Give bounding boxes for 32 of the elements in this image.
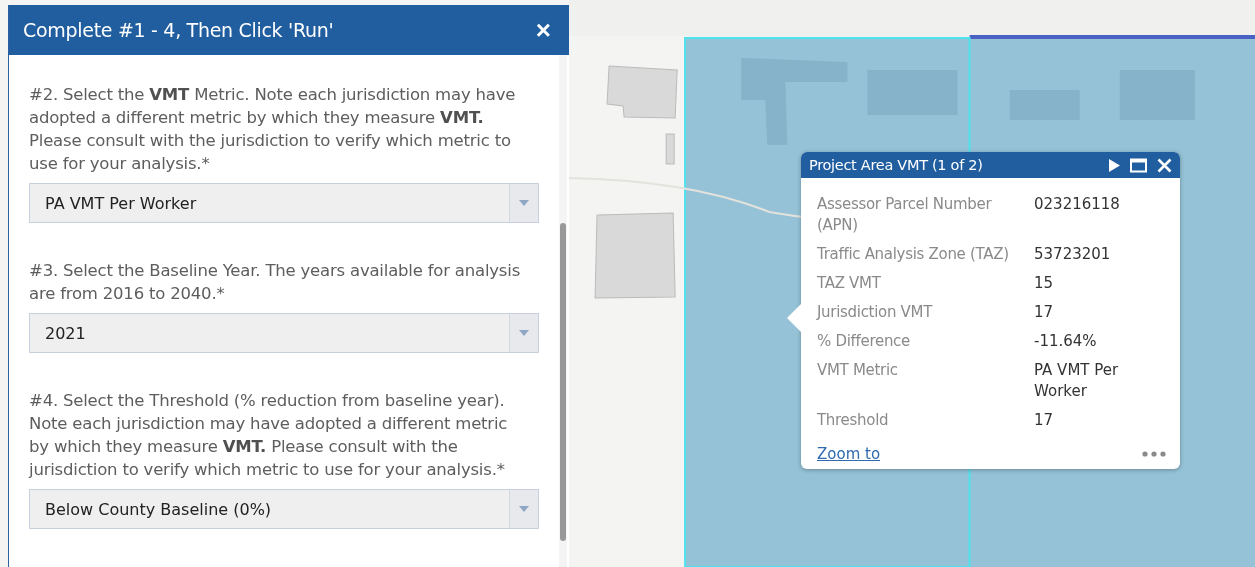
field-label: VMT Metric — [817, 360, 899, 381]
scrollbar[interactable] — [559, 55, 567, 567]
maximize-icon[interactable] — [1130, 157, 1147, 173]
field-value: 023216118 — [1034, 194, 1121, 215]
field-label: TAZ VMT — [817, 273, 882, 294]
field-value: -11.64% — [1034, 331, 1098, 352]
field-value: PA VMT Per Worker — [1034, 360, 1120, 402]
field-value: 17 — [1034, 410, 1055, 431]
zoom-to-link[interactable]: Zoom to — [817, 445, 881, 463]
caret-icon — [519, 506, 529, 512]
field-label: Threshold — [817, 410, 890, 431]
close-icon[interactable] — [1157, 157, 1172, 173]
dropdown-field[interactable]: PA VMT Per Worker — [29, 183, 539, 223]
next-icon[interactable] — [1108, 158, 1120, 172]
field-value: 17 — [1034, 302, 1055, 323]
field-value: 53723201 — [1034, 244, 1112, 265]
step-instruction: #2. Select the VMT Metric. Note each jurisdiction may have adopted a different metric by which they measure VMT. Please consult with the jurisdiction to verify which metric to use for your analysis.* — [29, 84, 517, 175]
caret-icon — [519, 330, 529, 336]
field-label: Traffic Analysis Zone (TAZ) — [817, 244, 1010, 265]
close-button[interactable]: × — [531, 17, 555, 43]
step-instruction: #4. Select the Threshold (% reduction from baseline year). Note each jurisdiction may have adopted a different metric by which they measure VMT. Please consult with the jurisdiction to verify which metric to use for your analysis.* — [29, 390, 509, 481]
field-label: Jurisdiction VMT — [817, 302, 934, 323]
dropdown-field[interactable]: 2021 — [29, 313, 539, 353]
popup-title: Project Area VMT (1 of 2) — [809, 157, 984, 173]
step-instruction: #3. Select the Baseline Year. The years available for analysis are from 2016 to 2040.* — [29, 260, 522, 305]
panel-title: Complete #1 - 4, Then Click 'Run' — [23, 19, 334, 41]
more-icon[interactable] — [1142, 451, 1166, 457]
field-label: % Difference — [817, 331, 911, 352]
field-label: Assessor Parcel Number (APN) — [817, 194, 993, 236]
field-value: 15 — [1034, 273, 1055, 294]
caret-icon — [519, 200, 529, 206]
dropdown-field[interactable]: Below County Baseline (0%) — [29, 489, 539, 529]
